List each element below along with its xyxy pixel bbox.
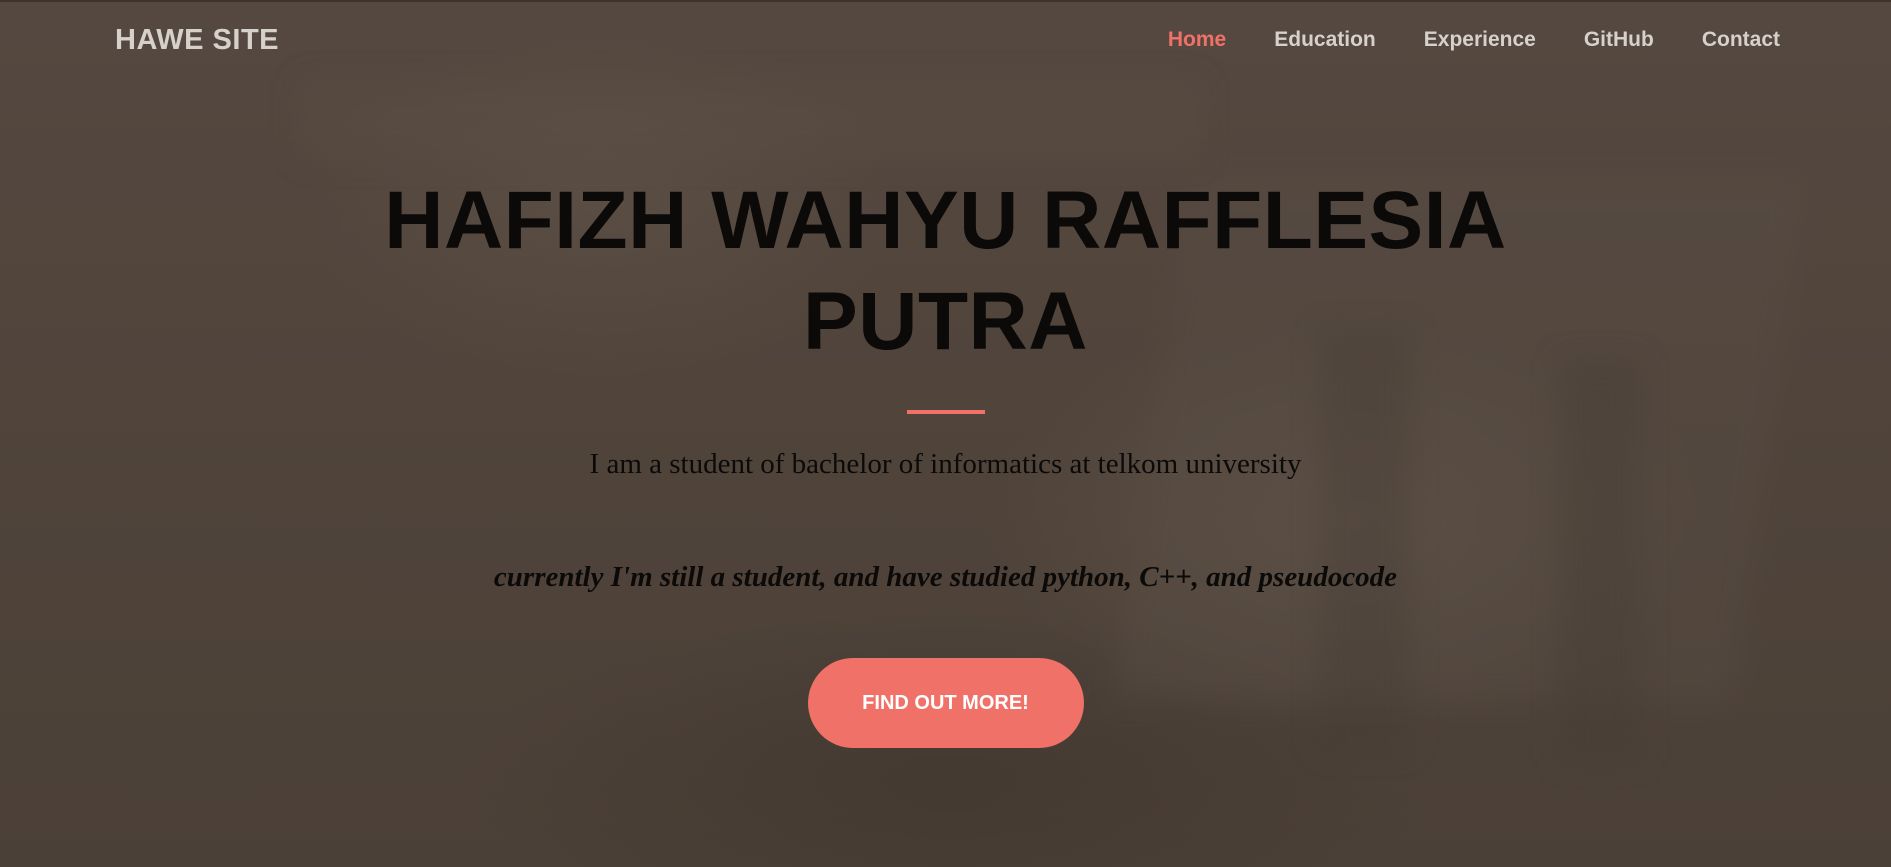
hero-tagline: currently I'm still a student, and have … (493, 561, 1398, 593)
find-out-more-button[interactable]: FIND OUT MORE! (807, 658, 1084, 748)
top-navbar: HAWE SITE Home Education Experience GitH… (0, 0, 1891, 86)
nav-link-github[interactable]: GitHub (1584, 28, 1654, 52)
hero-title: HAFIZH WAHYU RAFFLESIA PUTRA (384, 175, 1507, 367)
hero-subtitle: I am a student of bachelor of informatic… (589, 448, 1302, 480)
nav-link-experience[interactable]: Experience (1424, 28, 1536, 52)
nav-link-education[interactable]: Education (1274, 28, 1376, 52)
nav-link-contact[interactable]: Contact (1702, 28, 1780, 52)
brand-logo-link[interactable]: HAWE SITE (115, 24, 279, 57)
nav-link-home[interactable]: Home (1168, 28, 1226, 52)
title-divider (906, 410, 985, 414)
nav-links: Home Education Experience GitHub Contact (1168, 28, 1780, 52)
background-roof-shape (300, 80, 1200, 160)
hero-section: HAFIZH WAHYU RAFFLESIA PUTRA I am a stud… (0, 170, 1891, 748)
